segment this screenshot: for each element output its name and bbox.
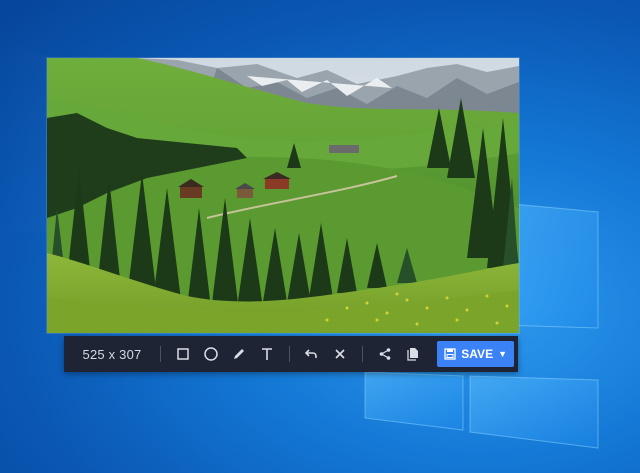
close-icon: [335, 349, 345, 359]
rectangle-tool-button[interactable]: [170, 341, 196, 367]
pencil-icon: [234, 349, 244, 359]
pen-tool-button[interactable]: [226, 341, 252, 367]
share-button[interactable]: [372, 341, 398, 367]
save-label: SAVE: [461, 347, 494, 361]
ellipse-tool-button[interactable]: [198, 341, 224, 367]
circle-icon: [204, 347, 218, 361]
selection-dimensions: 525 x 307: [82, 346, 142, 362]
chevron-down-icon[interactable]: ▼: [498, 349, 507, 359]
divider: [289, 346, 290, 362]
landscape-photo: [47, 58, 519, 333]
divider: [160, 346, 161, 362]
capture-toolbar: 525 x 307 SAVE ▼: [64, 336, 518, 372]
close-button[interactable]: [327, 341, 353, 367]
save-disk-icon: [444, 348, 456, 360]
text-icon: [262, 348, 272, 360]
text-tool-button[interactable]: [254, 341, 280, 367]
share-icon: [379, 348, 391, 360]
undo-button[interactable]: [299, 341, 325, 367]
copy-button[interactable]: [400, 341, 426, 367]
square-icon: [177, 348, 189, 360]
copy-icon: [407, 348, 418, 361]
undo-icon: [304, 349, 317, 358]
captured-image: [47, 58, 519, 333]
divider: [362, 346, 363, 362]
save-button[interactable]: SAVE ▼: [437, 341, 514, 367]
